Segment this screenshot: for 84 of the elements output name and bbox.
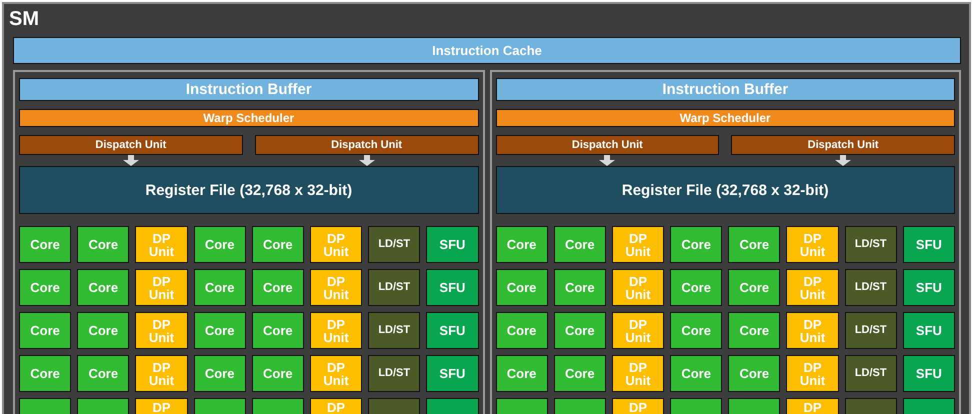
load-store-unit: LD/ST (844, 226, 897, 263)
core-unit: Core (19, 226, 72, 263)
core-unit: Core (728, 355, 780, 392)
register-file: Register File (32,768 x 32-bit) (19, 166, 478, 214)
core-unit: Core (496, 226, 548, 263)
instruction-cache: Instruction Cache (13, 37, 961, 64)
load-store-unit: LD/ST (368, 355, 420, 392)
dispatch-unit: Dispatch Unit (19, 135, 243, 155)
core-unit: Core (252, 312, 304, 349)
load-store-unit: LD/ST (368, 312, 420, 349)
core-unit: Core (496, 269, 548, 306)
dp-unit: DP Unit (786, 226, 839, 263)
sfu-unit: SFU (426, 269, 478, 306)
down-arrow-icon (834, 155, 852, 166)
register-file: Register File (32,768 x 32-bit) (496, 166, 955, 214)
dp-unit: DP Unit (612, 355, 664, 392)
core-unit: Core (77, 226, 130, 263)
core-unit: Core (728, 312, 780, 349)
core-unit: Core (554, 269, 606, 306)
core-unit: Core (728, 269, 780, 306)
core-unit: Core (77, 355, 130, 392)
dp-unit: DP (786, 398, 839, 414)
down-arrow-icon (358, 155, 376, 166)
dp-unit: DP Unit (135, 355, 188, 392)
sfu-unit: SFU (902, 312, 955, 349)
down-arrow-icon (598, 155, 616, 166)
dp-unit: DP Unit (310, 269, 362, 306)
core-unit: Core (554, 355, 606, 392)
core-unit: Core (19, 312, 72, 349)
sfu-unit: SFU (902, 226, 955, 263)
sm-title: SM (9, 7, 39, 32)
warp-scheduler: Warp Scheduler (19, 109, 478, 127)
instruction-buffer: Instruction Buffer (19, 78, 478, 101)
dispatch-unit: Dispatch Unit (731, 135, 955, 155)
core-unit: Core (496, 312, 548, 349)
core-unit: Core (554, 226, 606, 263)
sfu-unit: SFU (902, 269, 955, 306)
dp-unit: DP Unit (786, 312, 839, 349)
dp-unit: DP Unit (135, 226, 188, 263)
sfu-unit: SFU (902, 355, 955, 392)
core-unit: Core (19, 355, 72, 392)
core-unit: Core (496, 355, 548, 392)
core-unit: Core (194, 269, 246, 306)
dp-unit: DP Unit (612, 312, 664, 349)
core-unit: Core (194, 312, 246, 349)
load-store-unit: LD/ST (844, 269, 897, 306)
down-arrow-icon (122, 155, 140, 166)
load-store-unit: LD/ST (844, 355, 897, 392)
core-unit: Core (670, 312, 722, 349)
sfu-unit: SFU (426, 355, 478, 392)
core-unit: Core (670, 226, 722, 263)
core-unit: Core (670, 269, 722, 306)
dispatch-unit: Dispatch Unit (254, 135, 478, 155)
core-unit: Core (252, 226, 304, 263)
core-unit: Core (194, 355, 246, 392)
core-unit: Core (252, 269, 304, 306)
dp-unit: DP Unit (310, 312, 362, 349)
dp-unit: DP (310, 398, 362, 414)
dispatch-unit: Dispatch Unit (496, 135, 720, 155)
core-unit: Core (728, 226, 780, 263)
dp-unit: DP Unit (310, 355, 362, 392)
core-unit: Core (77, 269, 130, 306)
core-unit: Core (554, 312, 606, 349)
core-unit: Core (252, 355, 304, 392)
dp-unit: DP Unit (612, 226, 664, 263)
core-unit: Core (194, 226, 246, 263)
core-unit: Core (77, 312, 130, 349)
dp-unit: DP Unit (786, 269, 839, 306)
warp-scheduler: Warp Scheduler (496, 109, 955, 127)
dp-unit: DP (135, 398, 188, 414)
instruction-buffer: Instruction Buffer (496, 78, 955, 101)
load-store-unit: LD/ST (368, 269, 420, 306)
dp-unit: DP (612, 398, 664, 414)
dp-unit: DP Unit (135, 312, 188, 349)
dp-unit: DP Unit (135, 269, 188, 306)
dp-unit: DP Unit (612, 269, 664, 306)
dp-unit: DP Unit (310, 226, 362, 263)
core-unit: Core (670, 355, 722, 392)
sfu-unit: SFU (426, 312, 478, 349)
dp-unit: DP Unit (786, 355, 839, 392)
load-store-unit: LD/ST (844, 312, 897, 349)
core-unit: Core (19, 269, 72, 306)
load-store-unit: LD/ST (368, 226, 420, 263)
sfu-unit: SFU (426, 226, 478, 263)
